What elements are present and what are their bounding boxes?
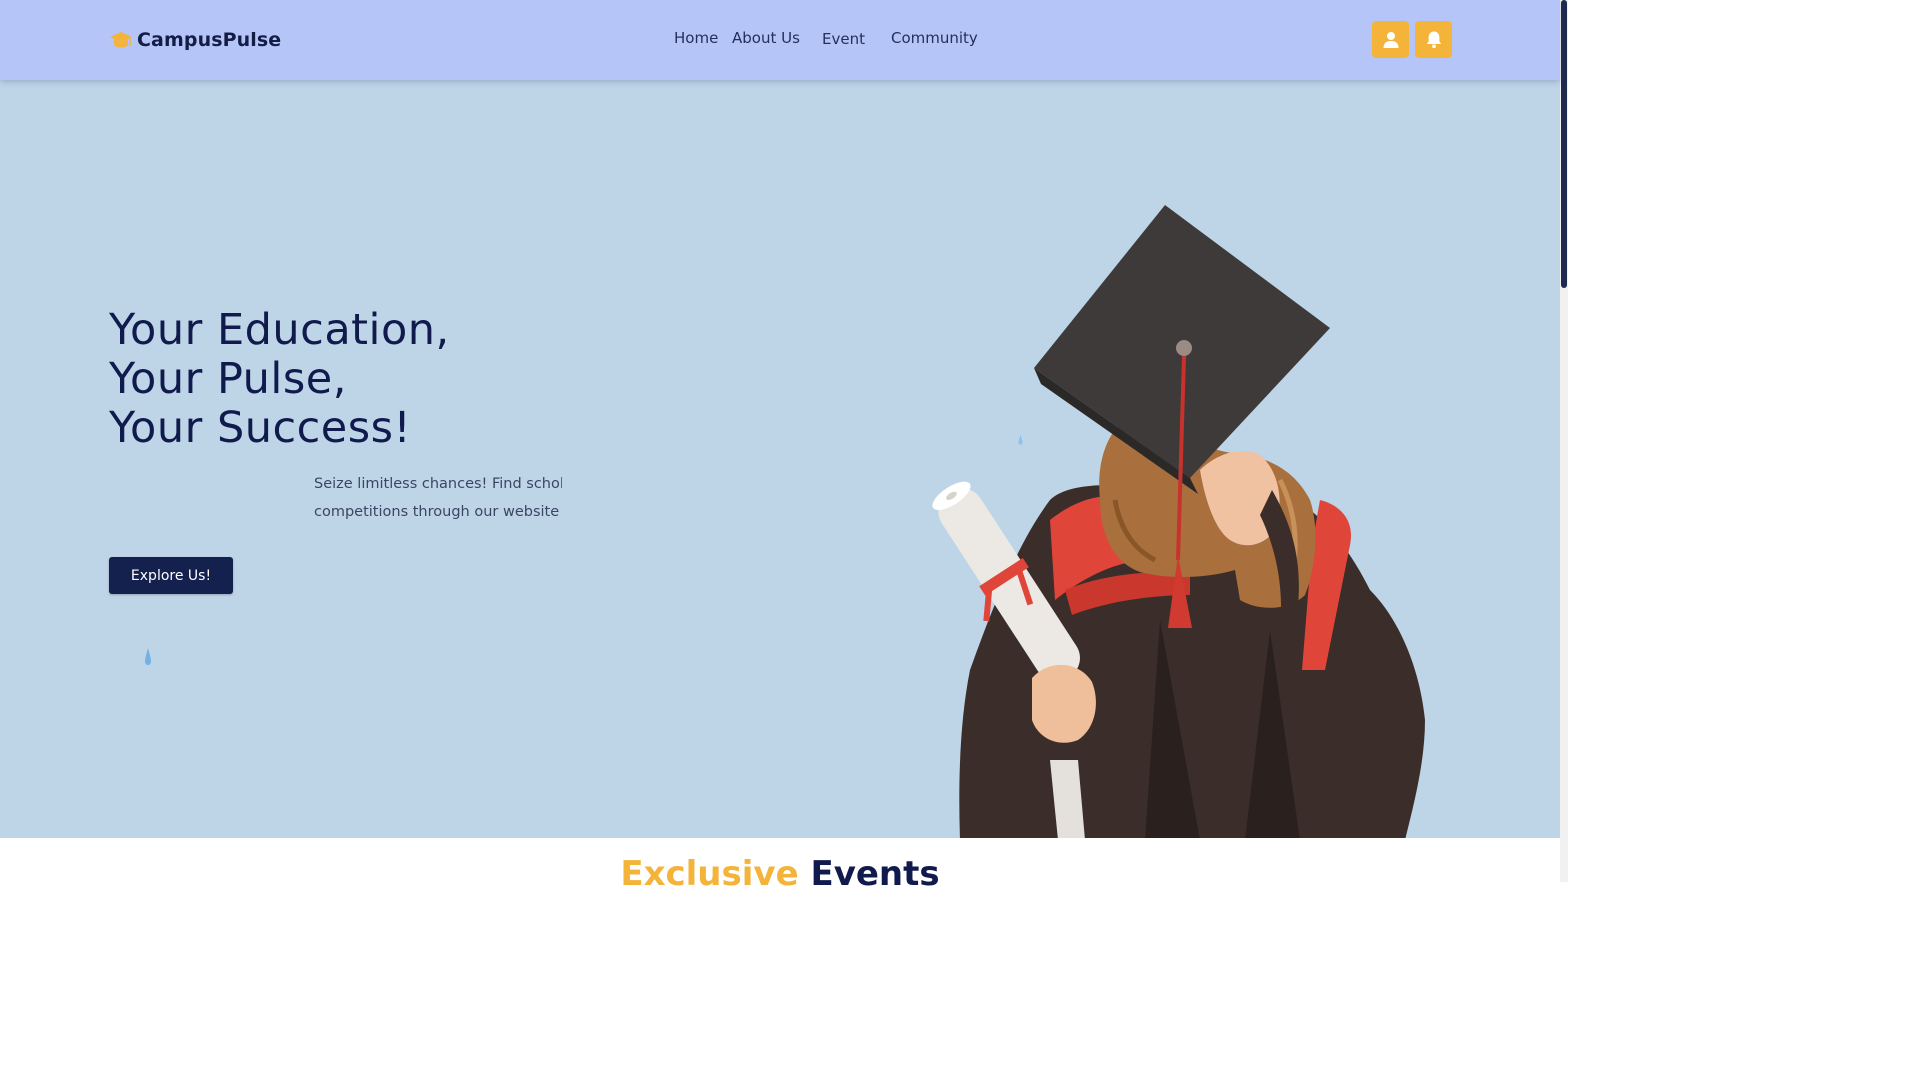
explore-button[interactable]: Explore Us!	[109, 557, 233, 594]
bell-icon	[1426, 31, 1441, 49]
nav-home[interactable]: Home	[674, 29, 718, 47]
events-heading-rest: Events	[810, 854, 940, 894]
profile-button[interactable]	[1372, 21, 1409, 58]
hero-description-line: competitions through our website -	[314, 504, 562, 520]
brand-logo[interactable]: CampusPulse	[109, 27, 281, 53]
events-heading-accent: Exclusive	[620, 854, 799, 894]
nav-community[interactable]: Community	[891, 29, 978, 47]
hero-title-line: Your Success!	[109, 403, 412, 453]
hero-title-line: Your Pulse,	[109, 354, 347, 404]
droplet-icon	[145, 648, 151, 665]
vertical-scrollbar[interactable]	[1560, 0, 1568, 882]
graduate-image	[932, 205, 1425, 838]
hero-section: Your Education, Your Pulse, Your Success…	[0, 80, 1560, 838]
events-heading: Exclusive Events	[0, 852, 1560, 896]
brand-name: CampusPulse	[137, 29, 282, 51]
hero-title-line: Your Education,	[109, 305, 450, 355]
navbar: CampusPulse Home About Us Event Communit…	[0, 0, 1560, 80]
hero-title: Your Education, Your Pulse, Your Success…	[109, 306, 450, 453]
hero-description-line: Seize limitless chances! Find schola	[314, 476, 562, 492]
hero-description: Seize limitless chances! Find schola com…	[314, 470, 562, 526]
scrollbar-thumb[interactable]	[1561, 0, 1567, 288]
user-icon	[1383, 31, 1398, 48]
notifications-button[interactable]	[1415, 21, 1452, 58]
graduation-cap-icon	[110, 32, 132, 48]
nav-event[interactable]: Event	[822, 30, 865, 48]
nav-about-us[interactable]: About Us	[732, 29, 800, 47]
